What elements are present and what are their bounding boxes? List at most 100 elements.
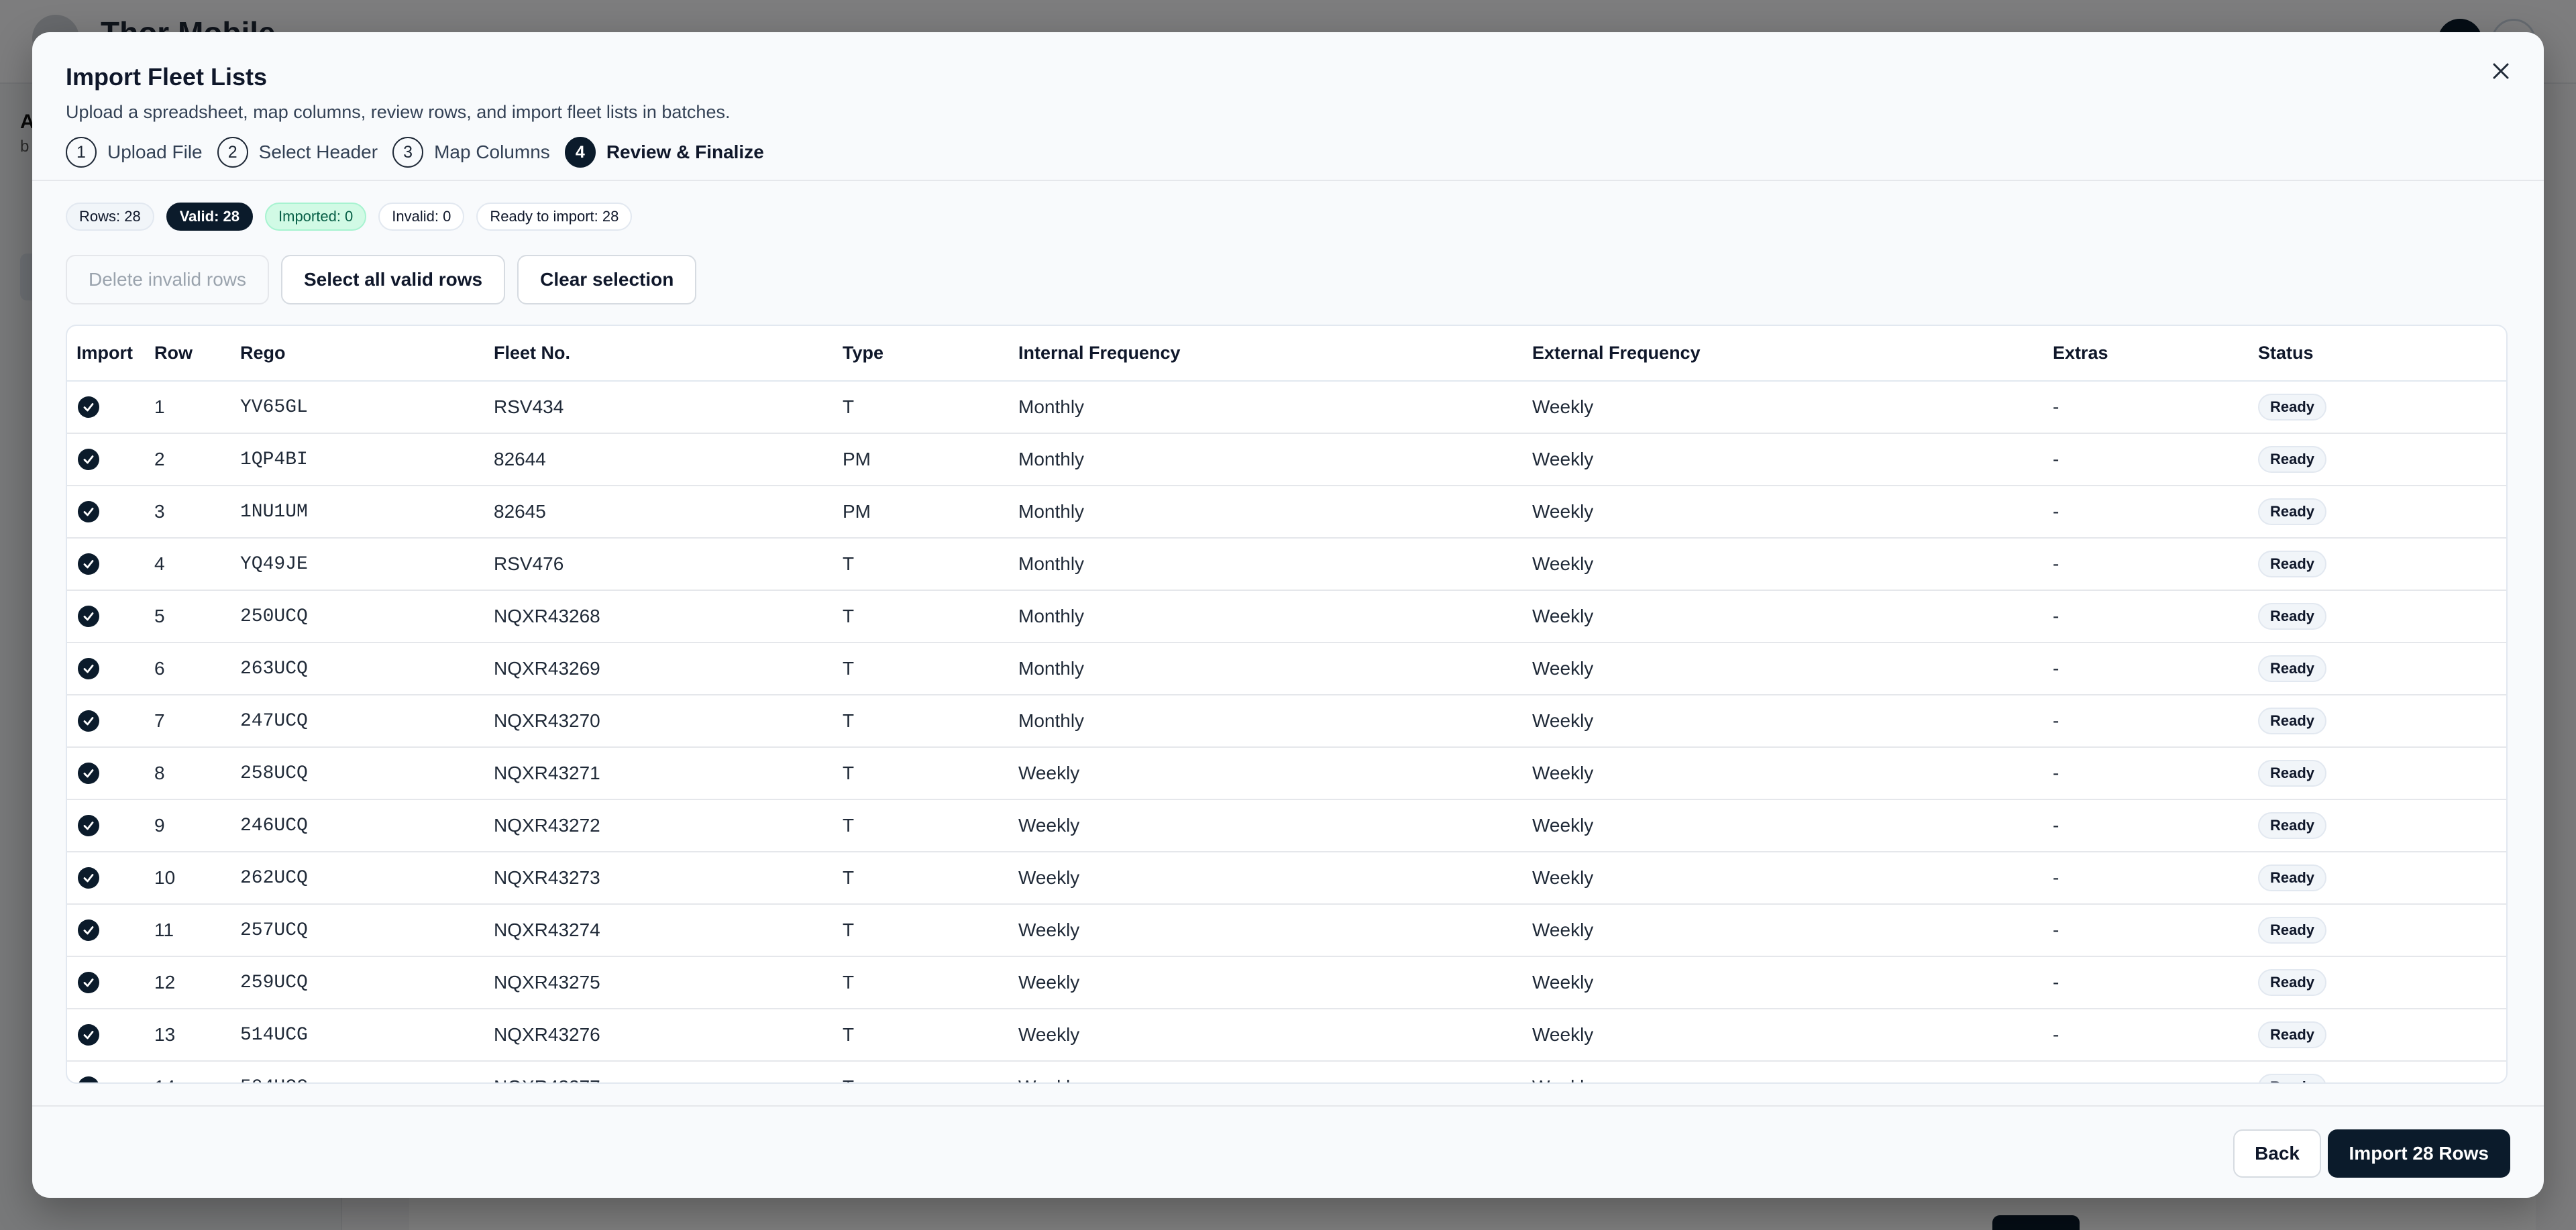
row-number: 5 [145,590,231,643]
external-frequency-cell: Weekly [1523,642,2043,695]
internal-frequency-cell: Monthly [1009,433,1523,486]
type-cell: T [833,538,1009,591]
select-all-valid-rows-button[interactable]: Select all valid rows [281,255,506,304]
table-row[interactable]: 9 246UCQ NQXR43272 T Weekly Weekly - Ready [67,799,2506,852]
table-row[interactable]: 8 258UCQ NQXR43271 T Weekly Weekly - Ready [67,747,2506,800]
row-number: 7 [145,695,231,748]
step-upload-file[interactable]: 1 Upload File [66,137,203,168]
external-frequency-cell: Weekly [1523,433,2043,486]
status-badge: Ready [2258,446,2327,473]
check-icon [83,1031,94,1040]
internal-frequency-cell: Weekly [1009,956,1523,1009]
internal-frequency-cell: Monthly [1009,486,1523,539]
import-cell [67,852,145,905]
status-badge: Ready [2258,603,2327,630]
stepper: 1 Upload File 2 Select Header 3 Map Colu… [66,137,779,168]
internal-frequency-cell: Monthly [1009,538,1523,591]
check-icon [83,822,94,830]
table-row[interactable]: 5 250UCQ NQXR43268 T Monthly Weekly - Ready [67,590,2506,643]
row-number: 1 [145,381,231,434]
back-button[interactable]: Back [2233,1129,2321,1178]
step-map-columns[interactable]: 3 Map Columns [392,137,550,168]
rego-cell: 258UCQ [231,747,484,800]
step-label: Review & Finalize [606,142,764,162]
check-icon [83,508,94,516]
import-cell [67,1009,145,1062]
import-checkbox[interactable] [78,919,99,941]
import-checkbox[interactable] [78,815,99,836]
status-badge: Ready [2258,551,2327,577]
rego-cell: YQ49JE [231,538,484,591]
table-row[interactable]: 14504UCGNQXR43277TWeeklyWeekly-Ready [67,1061,2506,1084]
import-cell [67,1061,145,1084]
rego-cell: 247UCQ [231,695,484,748]
row-number: 9 [145,799,231,852]
rego-cell: 504UCG [231,1061,484,1082]
table-row[interactable]: 11 257UCQ NQXR43274 T Weekly Weekly - Ready [67,904,2506,957]
table-row[interactable]: 7 247UCQ NQXR43270 T Monthly Weekly - Ready [67,695,2506,748]
status-badge: Ready [2258,498,2327,525]
invalid-badge: Invalid: 0 [378,203,465,231]
table-row[interactable]: 3 1NU1UM 82645 PM Monthly Weekly - Ready [67,486,2506,539]
import-checkbox[interactable] [78,867,99,889]
type-cell: T [833,1061,1009,1082]
external-frequency-cell: Weekly [1523,852,2043,905]
import-button[interactable]: Import 28 Rows [2327,1129,2510,1178]
status-cell: Ready [2249,590,2506,643]
status-cell: Ready [2249,747,2506,800]
check-icon [83,769,94,778]
type-cell: T [833,1009,1009,1062]
table-row[interactable]: 10 262UCQ NQXR43273 T Weekly Weekly - Ready [67,852,2506,905]
extras-cell: - [2043,642,2249,695]
rego-cell: 250UCQ [231,590,484,643]
extras-cell: - [2043,852,2249,905]
extras-cell: - [2043,486,2249,539]
check-icon [83,1081,95,1084]
import-checkbox[interactable] [78,710,99,732]
table-row[interactable]: 1 YV65GL RSV434 T Monthly Weekly - Ready [67,381,2506,434]
fleet-number-cell: 82644 [484,433,833,486]
import-checkbox[interactable] [78,972,99,993]
step-review-finalize[interactable]: 4 Review & Finalize [564,137,764,168]
extras-cell: - [2043,433,2249,486]
step-select-header[interactable]: 2 Select Header [217,137,378,168]
import-checkbox[interactable] [78,1024,99,1046]
review-table[interactable]: Import Row Rego Fleet No. Type Internal Frequ… [66,325,2508,1084]
fleet-number-cell: NQXR43269 [484,642,833,695]
table-row[interactable]: 2 1QP4BI 82644 PM Monthly Weekly - Ready [67,433,2506,486]
import-cell [67,642,145,695]
import-checkbox[interactable] [78,449,99,470]
import-checkbox[interactable] [78,396,99,418]
import-checkbox[interactable] [78,658,99,679]
row-number: 4 [145,538,231,591]
fleet-number-cell: NQXR43272 [484,799,833,852]
external-frequency-cell: Weekly [1523,956,2043,1009]
step-number: 1 [66,137,97,168]
close-button[interactable] [2482,52,2520,90]
import-checkbox[interactable] [78,1076,99,1084]
table-row[interactable]: 6 263UCQ NQXR43269 T Monthly Weekly - Ready [67,642,2506,695]
table-row[interactable]: 12 259UCQ NQXR43275 T Weekly Weekly - Ready [67,956,2506,1009]
external-frequency-cell: Weekly [1523,799,2043,852]
import-cell [67,799,145,852]
clear-selection-button[interactable]: Clear selection [517,255,697,304]
table-row[interactable]: 4 YQ49JE RSV476 T Monthly Weekly - Ready [67,538,2506,591]
external-frequency-cell: Weekly [1523,1061,2043,1082]
status-cell: Ready [2249,486,2506,539]
row-number: 13 [145,1009,231,1062]
delete-invalid-rows-button[interactable]: Delete invalid rows [66,255,269,304]
import-checkbox[interactable] [78,553,99,575]
summary-badges: Rows: 28 Valid: 28 Imported: 0 Invalid: … [66,203,644,231]
status-badge: Ready [2258,917,2327,944]
row-actions: Delete invalid rows Select all valid row… [66,255,708,304]
dialog-header: Import Fleet Lists Upload a spreadsheet,… [32,32,2544,181]
external-frequency-cell: Weekly [1523,590,2043,643]
import-checkbox[interactable] [78,606,99,627]
external-frequency-cell: Weekly [1523,695,2043,748]
table-row[interactable]: 13 514UCG NQXR43276 T Weekly Weekly - Ready [67,1009,2506,1062]
import-checkbox[interactable] [78,763,99,784]
import-checkbox[interactable] [78,501,99,522]
step-number: 2 [217,137,248,168]
rego-cell: 259UCQ [231,956,484,1009]
check-icon [83,665,94,673]
